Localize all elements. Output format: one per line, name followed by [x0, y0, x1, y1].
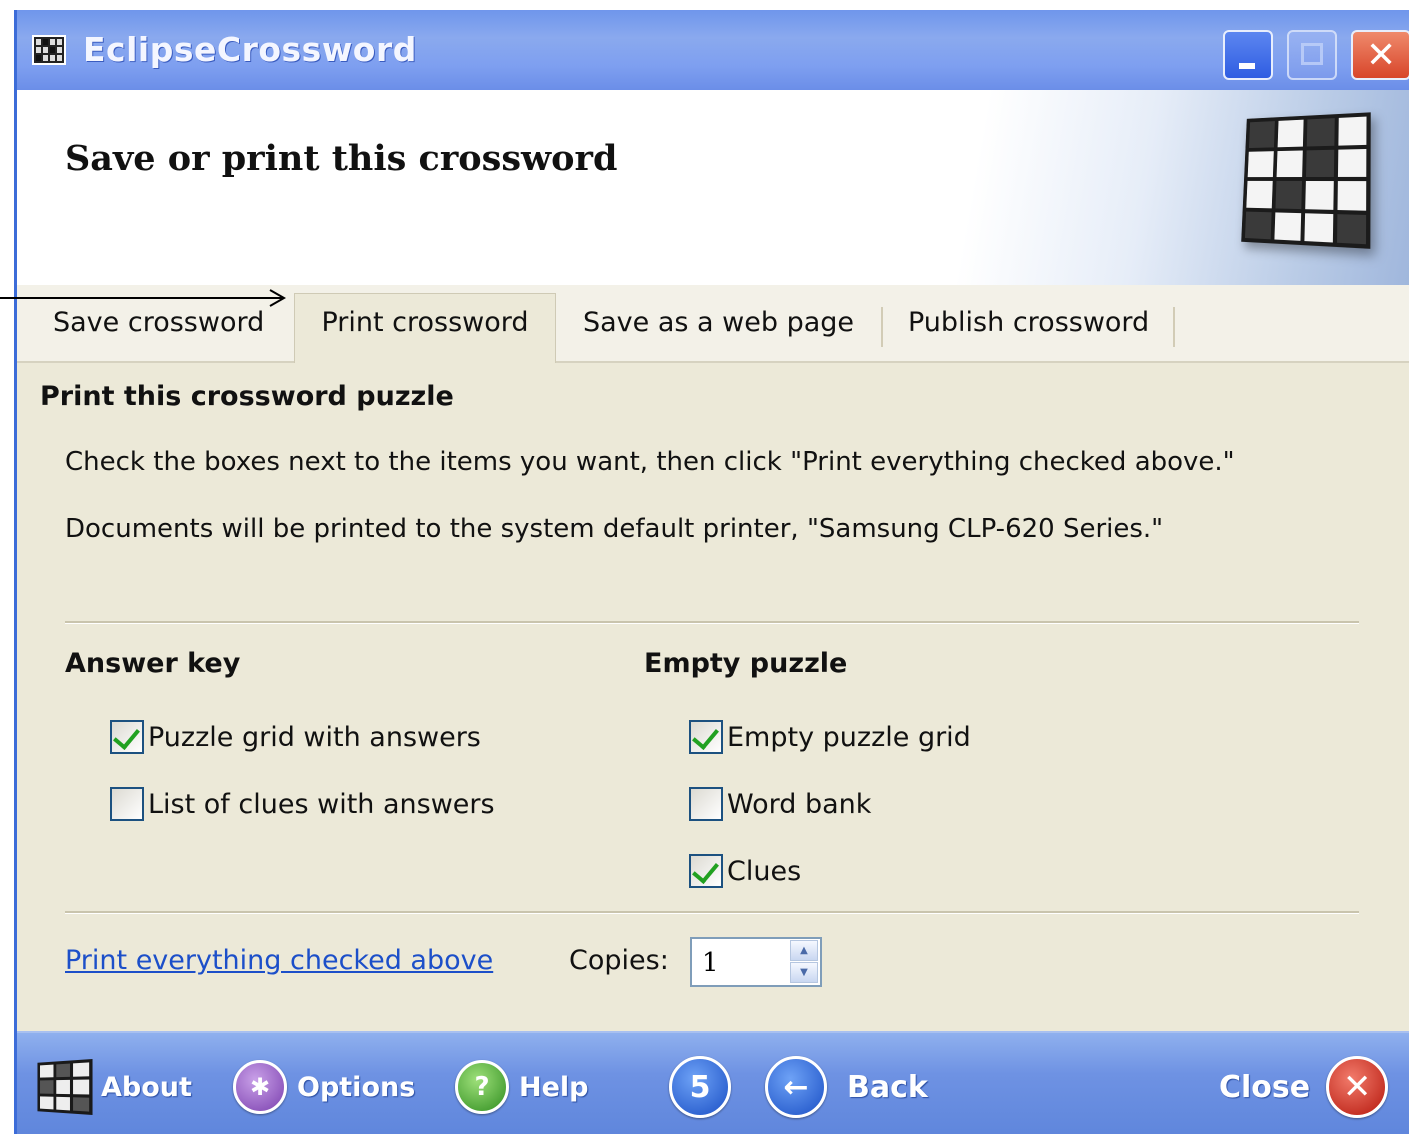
puzzle-grid-with-answers-checkbox[interactable]	[110, 720, 144, 754]
spin-up-button[interactable]: ▲	[790, 940, 818, 961]
checkmark-icon	[692, 721, 719, 751]
printer-info-text: Documents will be printed to the system …	[65, 514, 1164, 544]
footer-bar: About ✱ Options ? Help 5 ← Back Close ✕	[17, 1031, 1409, 1134]
tab-separator	[1173, 307, 1175, 347]
checkbox-label: Empty puzzle grid	[727, 721, 971, 753]
about-button[interactable]: About	[35, 1058, 192, 1116]
tab-publish-crossword[interactable]: Publish crossword	[908, 297, 1149, 349]
help-button[interactable]: ? Help	[455, 1059, 589, 1115]
close-icon: ✕	[1366, 35, 1397, 76]
puzzle-grid-with-answers-option[interactable]: Puzzle grid with answers	[110, 717, 481, 757]
close-label: Close	[1219, 1069, 1311, 1105]
checkbox-label: Word bank	[727, 788, 872, 820]
maximize-icon	[1301, 43, 1323, 65]
list-of-clues-with-answers-option[interactable]: List of clues with answers	[110, 784, 495, 824]
app-window: EclipseCrossword ✕ Save or print this cr…	[14, 10, 1409, 1134]
window-close-button[interactable]: ✕	[1351, 30, 1409, 80]
checkbox-label: Clues	[727, 855, 802, 887]
title-bar[interactable]: EclipseCrossword ✕	[17, 10, 1409, 90]
empty-puzzle-grid-option[interactable]: Empty puzzle grid	[689, 717, 971, 757]
word-bank-checkbox[interactable]	[689, 787, 723, 821]
page-title: Save or print this crossword	[65, 138, 618, 179]
about-label: About	[101, 1071, 192, 1103]
copies-stepper: ▲ ▼	[690, 937, 822, 987]
tab-save-as-web-page[interactable]: Save as a web page	[583, 297, 854, 349]
divider	[65, 621, 1359, 624]
close-icon: ✕	[1326, 1056, 1389, 1118]
options-button[interactable]: ✱ Options	[233, 1059, 415, 1115]
help-icon: ?	[455, 1060, 509, 1114]
checkmark-icon	[113, 721, 140, 751]
print-everything-link[interactable]: Print everything checked above	[65, 945, 493, 976]
tab-separator	[881, 307, 883, 347]
window-title: EclipseCrossword	[83, 30, 417, 69]
clues-checkbox[interactable]	[689, 854, 723, 888]
options-icon: ✱	[233, 1060, 287, 1114]
step-five-button[interactable]: 5	[669, 1056, 731, 1118]
minimize-button[interactable]	[1223, 30, 1273, 80]
annotation-arrow	[0, 289, 287, 307]
step-five-icon: 5	[669, 1056, 731, 1118]
empty-puzzle-grid-checkbox[interactable]	[689, 720, 723, 754]
help-label: Help	[519, 1071, 589, 1103]
copies-label: Copies:	[569, 945, 669, 976]
clues-option[interactable]: Clues	[689, 851, 801, 891]
checkmark-icon	[692, 855, 719, 885]
instruction-text: Check the boxes next to the items you wa…	[65, 447, 1235, 477]
back-button[interactable]: ← Back	[765, 1056, 928, 1118]
list-of-clues-with-answers-checkbox[interactable]	[110, 787, 144, 821]
tab-print-crossword[interactable]: Print crossword	[294, 293, 556, 363]
minimize-icon	[1239, 63, 1255, 69]
back-label: Back	[847, 1069, 928, 1105]
crossword-app-icon	[32, 35, 66, 65]
empty-puzzle-heading: Empty puzzle	[644, 648, 848, 679]
answer-key-heading: Answer key	[65, 648, 241, 679]
back-arrow-icon: ←	[765, 1056, 827, 1118]
header-banner: Save or print this crossword	[17, 90, 1409, 285]
options-label: Options	[297, 1071, 416, 1103]
crossword-grid-logo	[1241, 112, 1371, 249]
close-button[interactable]: Close ✕	[1219, 1056, 1389, 1118]
maximize-button[interactable]	[1287, 30, 1337, 80]
spin-down-button[interactable]: ▼	[790, 962, 818, 983]
section-heading: Print this crossword puzzle	[40, 381, 454, 412]
crossword-logo-icon	[37, 1058, 93, 1116]
word-bank-option[interactable]: Word bank	[689, 784, 871, 824]
checkbox-label: Puzzle grid with answers	[148, 721, 481, 753]
divider	[65, 911, 1359, 914]
checkbox-label: List of clues with answers	[148, 788, 495, 820]
print-panel: Print this crossword puzzle Check the bo…	[17, 361, 1409, 1031]
copies-input[interactable]	[694, 941, 794, 985]
